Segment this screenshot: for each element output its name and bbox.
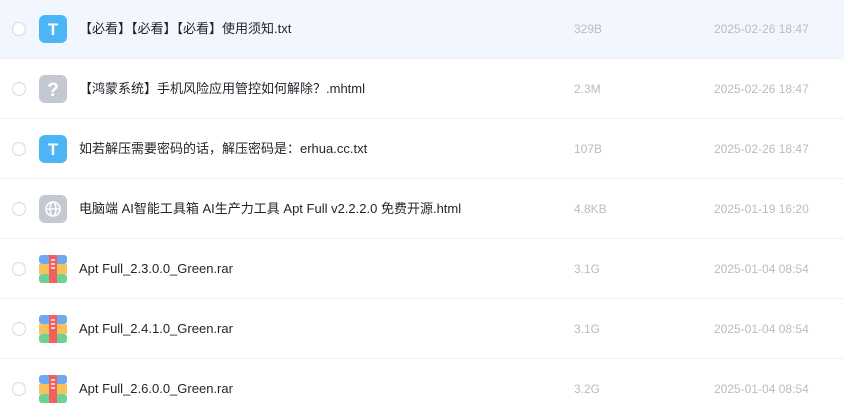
row-checkbox[interactable]: [12, 262, 26, 276]
file-date: 2025-01-04 08:54: [714, 322, 809, 336]
file-row[interactable]: T 如若解压需要密码的话，解压密码是：erhua.cc.txt 107B 202…: [0, 120, 844, 179]
unknown-file-icon: ?: [39, 75, 67, 103]
file-row[interactable]: T 【必看】【必看】【必看】使用须知.txt 329B 2025-02-26 1…: [0, 0, 844, 59]
file-size: 3.1G: [574, 262, 601, 276]
file-size: 329B: [574, 22, 603, 36]
archive-file-icon: [39, 375, 67, 403]
file-date: 2025-02-26 18:47: [714, 22, 809, 36]
file-name[interactable]: 如若解压需要密码的话，解压密码是：erhua.cc.txt: [79, 141, 367, 157]
icon-letter: T: [48, 140, 59, 159]
file-date: 2025-02-26 18:47: [714, 142, 809, 156]
file-name[interactable]: 【必看】【必看】【必看】使用须知.txt: [79, 21, 291, 37]
file-size: 2.3M: [574, 82, 601, 96]
row-checkbox[interactable]: [12, 142, 26, 156]
file-row[interactable]: 电脑端 AI智能工具箱 AI生产力工具 Apt Full v2.2.2.0 免费…: [0, 180, 844, 239]
file-date: 2025-02-26 18:47: [714, 82, 809, 96]
archive-file-icon: [39, 255, 67, 283]
web-file-icon: [39, 195, 67, 223]
file-size: 107B: [574, 142, 603, 156]
file-row[interactable]: ? 【鸿蒙系统】手机风险应用管控如何解除？.mhtml 2.3M 2025-02…: [0, 60, 844, 119]
txt-file-icon: T: [39, 135, 67, 163]
row-checkbox[interactable]: [12, 382, 26, 396]
file-date: 2025-01-19 16:20: [714, 202, 809, 216]
icon-letter: ?: [47, 80, 59, 101]
file-name[interactable]: Apt Full_2.6.0.0_Green.rar: [79, 381, 233, 397]
file-row[interactable]: Apt Full_2.4.1.0_Green.rar 3.1G 2025-01-…: [0, 300, 844, 359]
file-size: 4.8KB: [574, 202, 607, 216]
file-size: 3.2G: [574, 382, 601, 396]
file-size: 3.1G: [574, 322, 601, 336]
file-date: 2025-01-04 08:54: [714, 382, 809, 396]
icon-letter: T: [48, 20, 59, 39]
file-name[interactable]: Apt Full_2.3.0.0_Green.rar: [79, 261, 233, 277]
row-checkbox[interactable]: [12, 22, 26, 36]
archive-file-icon: [39, 315, 67, 343]
row-checkbox[interactable]: [12, 82, 26, 96]
file-name[interactable]: 【鸿蒙系统】手机风险应用管控如何解除？.mhtml: [79, 81, 365, 97]
file-name[interactable]: 电脑端 AI智能工具箱 AI生产力工具 Apt Full v2.2.2.0 免费…: [79, 201, 461, 217]
row-checkbox[interactable]: [12, 202, 26, 216]
txt-file-icon: T: [39, 15, 67, 43]
file-row[interactable]: Apt Full_2.6.0.0_Green.rar 3.2G 2025-01-…: [0, 360, 844, 403]
file-name[interactable]: Apt Full_2.4.1.0_Green.rar: [79, 321, 233, 337]
file-date: 2025-01-04 08:54: [714, 262, 809, 276]
row-checkbox[interactable]: [12, 322, 26, 336]
file-row[interactable]: Apt Full_2.3.0.0_Green.rar 3.1G 2025-01-…: [0, 240, 844, 299]
file-list: T 【必看】【必看】【必看】使用须知.txt 329B 2025-02-26 1…: [0, 0, 844, 403]
